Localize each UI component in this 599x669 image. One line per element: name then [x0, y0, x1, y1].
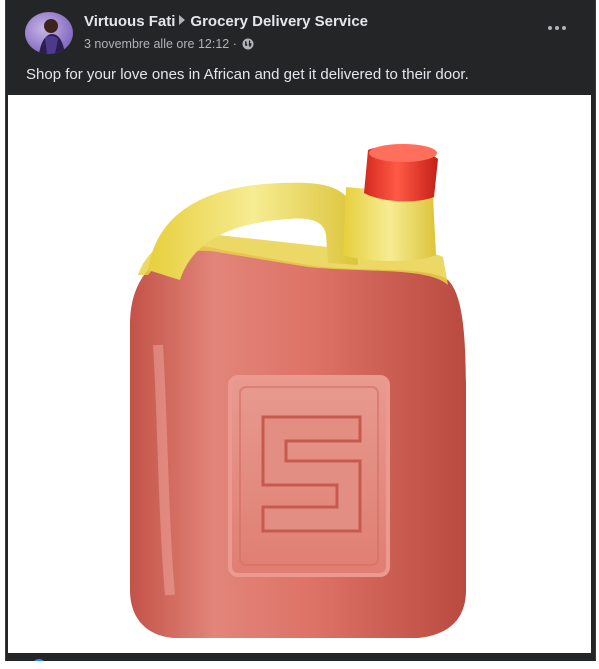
meta-separator: ·	[232, 37, 237, 51]
reactions-bar	[6, 653, 595, 661]
more-options-icon	[548, 26, 566, 30]
post-timestamp[interactable]: 3 novembre alle ore 12:12	[84, 37, 229, 51]
facebook-post: Virtuous Fati Grocery Delivery Service 3 …	[5, 0, 596, 661]
more-options-button[interactable]	[545, 20, 569, 36]
avatar-image	[25, 12, 73, 54]
post-header: Virtuous Fati Grocery Delivery Service 3 …	[6, 0, 595, 58]
brand-logo-s	[261, 415, 362, 533]
globe-icon[interactable]	[242, 38, 254, 53]
post-meta: 3 novembre alle ore 12:12 ·	[84, 37, 254, 53]
post-message: Shop for your love ones in African and g…	[26, 66, 469, 83]
author-avatar[interactable]	[25, 12, 73, 54]
author-line: Virtuous Fati Grocery Delivery Service	[84, 13, 368, 30]
author-name-link[interactable]: Virtuous Fati	[84, 13, 175, 30]
group-name-link[interactable]: Grocery Delivery Service	[190, 13, 368, 30]
oil-jug-image	[130, 144, 466, 638]
post-photo[interactable]	[8, 95, 591, 653]
caret-right-icon	[179, 15, 186, 25]
